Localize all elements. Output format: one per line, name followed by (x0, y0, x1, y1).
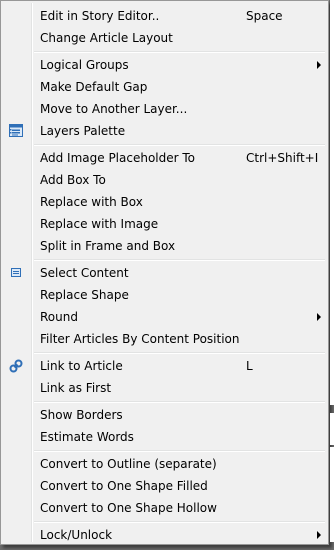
menu-separator (34, 51, 325, 53)
menu-item-shortcut: Ctrl+Shift+I (246, 151, 319, 165)
menu-item-edit-in-story-editor[interactable]: Edit in Story Editor.. Space (3, 5, 326, 27)
background-window-edge (330, 413, 334, 445)
menu-item-select-content[interactable]: Select Content (3, 262, 326, 284)
menu-item-link-as-first[interactable]: Link as First (3, 377, 326, 399)
menu-item-label: Replace with Box (40, 195, 143, 209)
menu-item-label: Logical Groups (40, 58, 129, 72)
menu-separator (34, 259, 325, 261)
menu-item-label: Layers Palette (40, 124, 126, 138)
menu-item-add-box-to[interactable]: Add Box To (3, 169, 326, 191)
menu-separator (34, 450, 325, 452)
menu-separator (34, 401, 325, 403)
menu-item-label: Select Content (40, 266, 129, 280)
menu-item-label: Lock/Unlock (40, 528, 113, 542)
menu-item-label: Round (40, 310, 78, 324)
menu-item-shortcut: Space (246, 9, 283, 23)
menu-item-convert-to-one-shape-hollow[interactable]: Convert to One Shape Hollow (3, 497, 326, 519)
submenu-arrow-icon (317, 531, 321, 539)
menu-item-label: Add Box To (40, 173, 106, 187)
menu-item-add-image-placeholder-to[interactable]: Add Image Placeholder To Ctrl+Shift+I (3, 147, 326, 169)
menu-item-make-default-gap[interactable]: Make Default Gap (3, 76, 326, 98)
menu-item-label: Change Article Layout (40, 31, 173, 45)
menu-item-lock-unlock[interactable]: Lock/Unlock (3, 524, 326, 546)
menu-item-label: Link as First (40, 381, 112, 395)
menu-item-move-to-another-layer[interactable]: Move to Another Layer... (3, 98, 326, 120)
menu-item-replace-with-image[interactable]: Replace with Image (3, 213, 326, 235)
menu-item-show-borders[interactable]: Show Borders (3, 404, 326, 426)
menu-item-label: Make Default Gap (40, 80, 148, 94)
background-window-edge (330, 447, 334, 542)
link-icon (8, 358, 24, 374)
menu-item-round[interactable]: Round (3, 306, 326, 328)
menu-item-label: Filter Articles By Content Position (40, 332, 240, 346)
submenu-arrow-icon (317, 313, 321, 321)
menu-item-estimate-words[interactable]: Estimate Words (3, 426, 326, 448)
menu-item-label: Convert to Outline (separate) (40, 457, 217, 471)
menu-item-label: Split in Frame and Box (40, 239, 176, 253)
menu-item-label: Convert to One Shape Hollow (40, 501, 217, 515)
menu-item-replace-shape[interactable]: Replace Shape (3, 284, 326, 306)
menu-item-split-in-frame-and-box[interactable]: Split in Frame and Box (3, 235, 326, 257)
menu-item-filter-articles-by-content-position[interactable]: Filter Articles By Content Position (3, 328, 326, 350)
select-content-icon (8, 265, 24, 281)
menu-item-convert-to-one-shape-filled[interactable]: Convert to One Shape Filled (3, 475, 326, 497)
context-menu: Edit in Story Editor.. Space Change Arti… (0, 0, 329, 545)
menu-item-label: Replace with Image (40, 217, 159, 231)
menu-item-label: Estimate Words (40, 430, 134, 444)
submenu-arrow-icon (317, 61, 321, 69)
menu-item-logical-groups[interactable]: Logical Groups (3, 54, 326, 76)
menu-separator (34, 521, 325, 523)
menu-item-change-article-layout[interactable]: Change Article Layout (3, 27, 326, 49)
layers-palette-icon (8, 123, 24, 139)
menu-item-shortcut: L (246, 359, 253, 373)
menu-item-layers-palette[interactable]: Layers Palette (3, 120, 326, 142)
menu-item-replace-with-box[interactable]: Replace with Box (3, 191, 326, 213)
menu-item-label: Convert to One Shape Filled (40, 479, 208, 493)
menu-item-label: Show Borders (40, 408, 123, 422)
menu-item-label: Edit in Story Editor.. (40, 9, 160, 23)
menu-item-label: Move to Another Layer... (40, 102, 188, 116)
menu-separator (34, 144, 325, 146)
menu-item-label: Link to Article (40, 359, 123, 373)
menu-item-label: Add Image Placeholder To (40, 151, 196, 165)
menu-item-convert-to-outline-separate[interactable]: Convert to Outline (separate) (3, 453, 326, 475)
menu-item-label: Replace Shape (40, 288, 129, 302)
background-window-edge (330, 0, 334, 405)
menu-separator (34, 352, 325, 354)
menu-item-link-to-article[interactable]: Link to Article L (3, 355, 326, 377)
